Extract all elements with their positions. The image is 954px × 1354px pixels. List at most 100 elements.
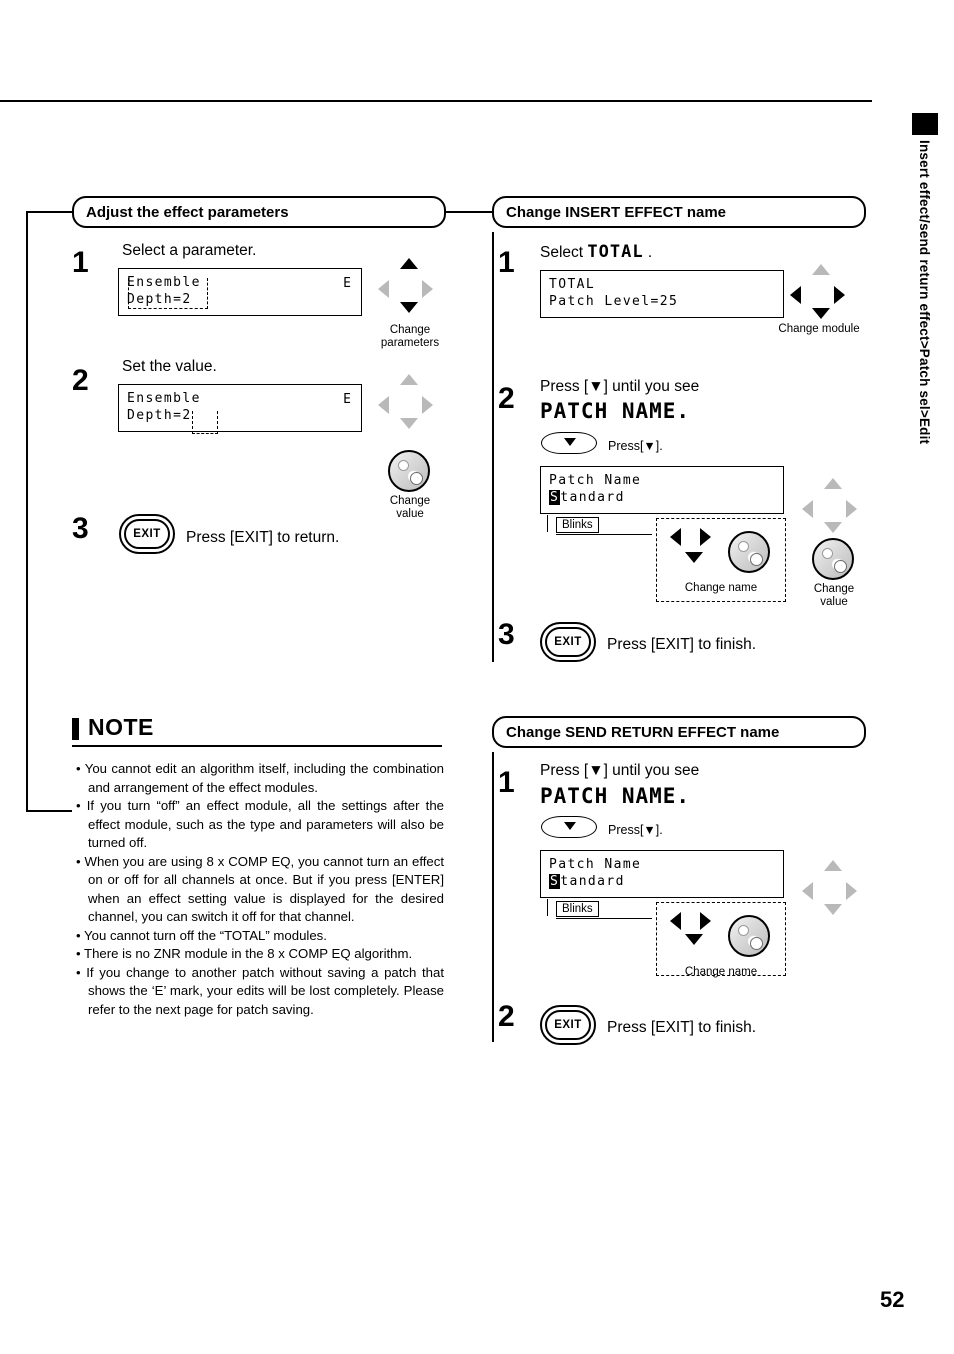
cursor-pad-value-2[interactable] bbox=[802, 478, 864, 540]
lcd-edit-mark: E bbox=[343, 276, 351, 291]
lcd-line-2: Depth=2 bbox=[127, 408, 192, 423]
connector-line-3 bbox=[26, 810, 72, 812]
exit-button[interactable]: EXIT bbox=[540, 622, 596, 662]
caption-change-name: Change name bbox=[684, 582, 758, 594]
arrow-left-icon[interactable] bbox=[378, 396, 389, 414]
highlight-marker-value bbox=[192, 411, 218, 434]
lcd-line-1: TOTAL bbox=[549, 277, 596, 292]
blinks-underline bbox=[556, 534, 652, 535]
arrow-left-icon[interactable] bbox=[790, 286, 801, 304]
caption-change-value-2: Change value bbox=[813, 583, 855, 608]
arrow-left-icon[interactable] bbox=[670, 528, 681, 546]
arrow-right-icon[interactable] bbox=[700, 528, 711, 546]
arrow-right-icon[interactable] bbox=[846, 882, 857, 900]
side-tab-marker bbox=[912, 113, 938, 135]
note-title: NOTE bbox=[88, 714, 154, 740]
exit-button[interactable]: EXIT bbox=[119, 514, 175, 554]
lcd-edit-mark: E bbox=[343, 392, 351, 407]
name-dial-knob-2[interactable] bbox=[728, 915, 770, 957]
arrow-up-icon[interactable] bbox=[400, 374, 418, 385]
arrow-right-icon[interactable] bbox=[700, 912, 711, 930]
arrow-left-icon[interactable] bbox=[802, 882, 813, 900]
arrow-right-icon[interactable] bbox=[422, 280, 433, 298]
section-title-send-return: Change SEND RETURN EFFECT name bbox=[506, 723, 780, 741]
step-number: 1 bbox=[498, 766, 515, 799]
step-number: 1 bbox=[498, 246, 515, 279]
column-divider-insert bbox=[492, 232, 494, 662]
exit-button-label: EXIT bbox=[554, 636, 582, 648]
press-down-label: Press[▼]. bbox=[608, 439, 663, 453]
exit-button-label: EXIT bbox=[554, 1019, 582, 1031]
step-display-target: PATCH NAME. bbox=[540, 399, 691, 423]
press-down-label: Press[▼]. bbox=[608, 823, 663, 837]
arrow-down-icon[interactable] bbox=[685, 552, 703, 563]
step-instruction: Press [EXIT] to return. bbox=[186, 529, 340, 546]
cursor-pad-parameters[interactable] bbox=[378, 258, 440, 320]
step-instruction: Select TOTAL . bbox=[540, 242, 652, 262]
blinks-label: Blinks bbox=[556, 517, 599, 533]
arrow-up-icon[interactable] bbox=[824, 860, 842, 871]
highlight-marker-parameter bbox=[128, 278, 208, 309]
cursor-pad-send[interactable] bbox=[802, 860, 864, 922]
lcd-line-2-rest: tandard bbox=[560, 874, 625, 889]
arrow-left-icon[interactable] bbox=[670, 912, 681, 930]
press-down-arrow-icon bbox=[541, 816, 597, 838]
arrow-left-icon[interactable] bbox=[802, 500, 813, 518]
step-display-target: PATCH NAME. bbox=[540, 784, 691, 808]
column-divider-send bbox=[492, 752, 494, 1042]
note-bullet: • There is no ZNR module in the 8 x COMP… bbox=[76, 946, 413, 961]
cursor-pad-value[interactable] bbox=[378, 374, 440, 436]
arrow-down-icon[interactable] bbox=[812, 308, 830, 319]
connector-line-1 bbox=[26, 211, 72, 213]
arrow-down-icon[interactable] bbox=[824, 522, 842, 533]
lcd-display-value: Ensemble Depth=2 E bbox=[118, 384, 362, 432]
note-bullet: • When you are using 8 x COMP EQ, you ca… bbox=[76, 853, 444, 925]
arrow-up-icon[interactable] bbox=[400, 258, 418, 269]
arrow-up-icon[interactable] bbox=[812, 264, 830, 275]
page-number: 52 bbox=[880, 1287, 905, 1312]
value-dial-knob[interactable] bbox=[388, 450, 430, 492]
step-text-mono: TOTAL bbox=[587, 242, 644, 262]
lcd-line-2: Standard bbox=[549, 873, 775, 890]
lcd-cursor-char: S bbox=[549, 874, 561, 889]
step-number: 3 bbox=[498, 618, 515, 651]
section-title-insert-name: Change INSERT EFFECT name bbox=[506, 203, 727, 221]
lcd-display-patch-name: Patch Name Standard bbox=[540, 466, 784, 514]
exit-button[interactable]: EXIT bbox=[540, 1005, 596, 1045]
value-dial-knob-2[interactable] bbox=[812, 538, 854, 580]
name-dial-knob[interactable] bbox=[728, 531, 770, 573]
lcd-line-2: Standard bbox=[549, 489, 775, 506]
note-bullet-list: • You cannot edit an algorithm itself, i… bbox=[76, 760, 444, 1019]
arrow-down-icon[interactable] bbox=[685, 934, 703, 945]
lcd-display-total: TOTAL Patch Level=25 bbox=[540, 270, 784, 318]
step-text-suffix: . bbox=[643, 244, 653, 261]
step-instruction: Press [EXIT] to finish. bbox=[607, 636, 757, 653]
lcd-line-2-rest: tandard bbox=[560, 490, 625, 505]
lcd-cursor-char: S bbox=[549, 490, 561, 505]
section-header-insert-name: Change INSERT EFFECT name bbox=[492, 196, 866, 228]
step-instruction: Set the value. bbox=[122, 358, 217, 375]
cursor-pad-module[interactable] bbox=[790, 264, 852, 326]
arrow-left-icon[interactable] bbox=[378, 280, 389, 298]
arrow-down-icon[interactable] bbox=[400, 302, 418, 313]
arrow-right-icon[interactable] bbox=[834, 286, 845, 304]
connector-line-4 bbox=[446, 211, 492, 213]
arrow-down-icon[interactable] bbox=[400, 418, 418, 429]
arrow-down-icon[interactable] bbox=[824, 904, 842, 915]
note-bullet: • You cannot turn off the “TOTAL” module… bbox=[76, 927, 327, 943]
note-bullet: • You cannot edit an algorithm itself, i… bbox=[76, 761, 444, 795]
note-bullet: • If you turn “off” an effect module, al… bbox=[76, 798, 444, 850]
connector-line-2 bbox=[26, 211, 28, 811]
section-header-adjust: Adjust the effect parameters bbox=[72, 196, 446, 228]
step-instruction: Press [▼] until you see bbox=[540, 762, 700, 779]
lcd-display-patch-name-2: Patch Name Standard bbox=[540, 850, 784, 898]
arrow-up-icon[interactable] bbox=[824, 478, 842, 489]
step-number: 2 bbox=[72, 364, 89, 397]
step-number: 2 bbox=[498, 1000, 515, 1033]
step-instruction: Press [EXIT] to finish. bbox=[607, 1019, 757, 1036]
arrow-right-icon[interactable] bbox=[846, 500, 857, 518]
lcd-line-1: Patch Name bbox=[549, 857, 642, 872]
caption-change-parameters: Change parameters bbox=[380, 324, 440, 349]
arrow-right-icon[interactable] bbox=[422, 396, 433, 414]
step-number: 3 bbox=[72, 512, 89, 545]
